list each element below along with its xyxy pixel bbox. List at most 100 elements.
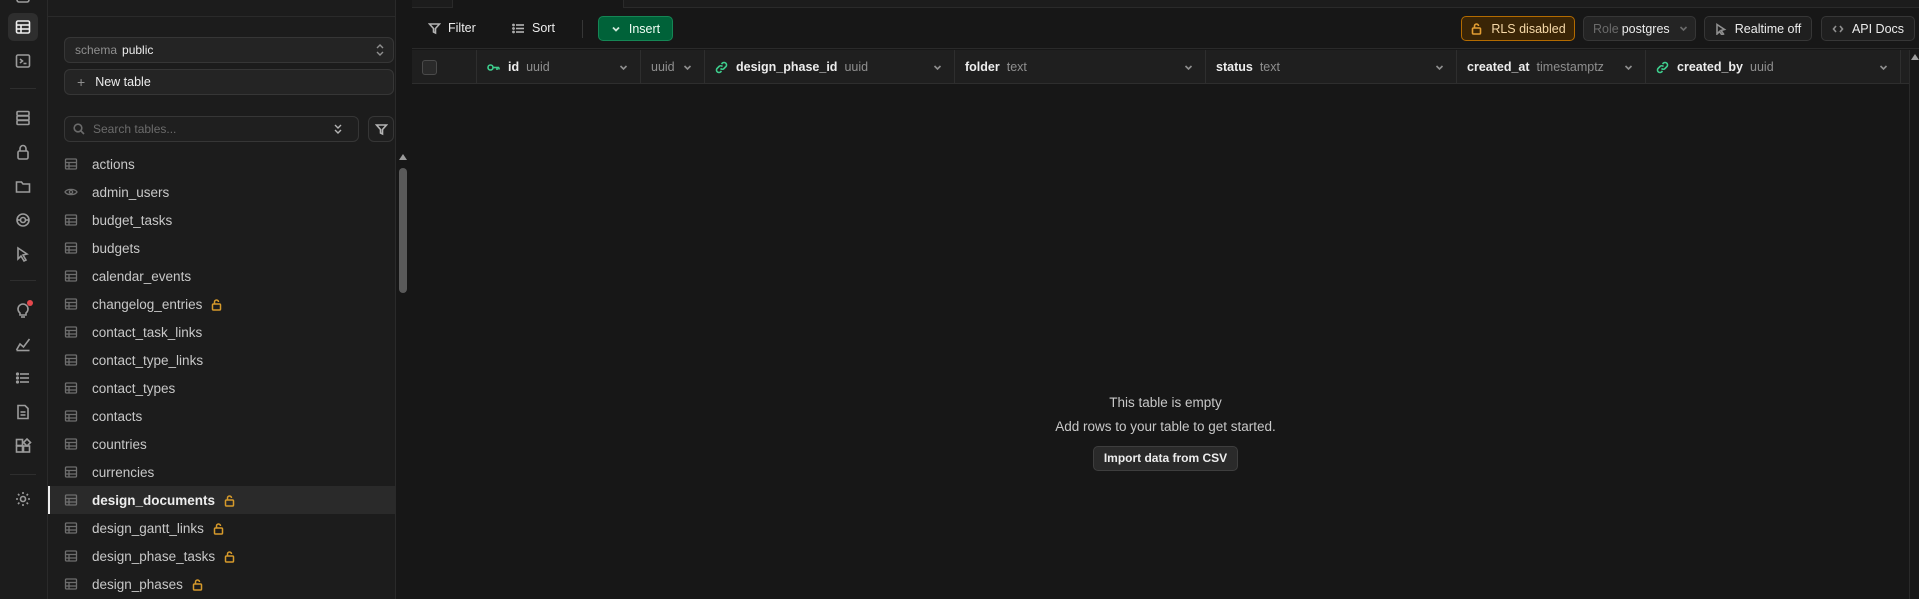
settings-icon[interactable]: [8, 485, 38, 513]
table-name: contacts: [92, 408, 143, 424]
chevron-down-icon[interactable]: [1624, 63, 1633, 72]
table-list: actions admin_users budget_tasksbudgets cal…: [48, 150, 396, 598]
table-icon: [64, 353, 78, 367]
table-list-item[interactable]: contacts: [48, 402, 396, 430]
link-icon: [1656, 61, 1669, 74]
table-list-item[interactable]: contact_type_links: [48, 346, 396, 374]
lock-open-icon: [212, 522, 225, 535]
column-header[interactable]: created_at timestamptz: [1457, 50, 1646, 84]
search-tables-input[interactable]: Search tables...: [64, 116, 359, 142]
column-name: created_at: [1467, 60, 1530, 74]
realtime-label: Realtime off: [1734, 21, 1802, 36]
realtime-icon[interactable]: [8, 240, 38, 268]
table-list-item[interactable]: budgets: [48, 234, 396, 262]
insert-label: Insert: [628, 21, 661, 36]
advisors-icon[interactable]: [8, 296, 38, 324]
table-list-item[interactable]: calendar_events: [48, 262, 396, 290]
table-name: changelog_entries: [92, 296, 203, 312]
logs-icon[interactable]: [8, 364, 38, 392]
chevron-down-icon[interactable]: [1435, 63, 1444, 72]
table-icon: [64, 409, 78, 423]
column-header[interactable]: folder text: [955, 50, 1206, 84]
sidebar-scrollbar[interactable]: [398, 150, 408, 599]
sort-icon: [512, 23, 524, 33]
database-icon[interactable]: [8, 104, 38, 132]
table-list-item[interactable]: contact_types: [48, 374, 396, 402]
column-header[interactable]: status text: [1206, 50, 1457, 84]
schema-label: schema: [75, 43, 118, 57]
table-list-item[interactable]: currencies: [48, 458, 396, 486]
import-csv-button[interactable]: Import data from CSV: [1092, 446, 1239, 471]
schema-value: public: [122, 43, 154, 57]
chevron-down-icon[interactable]: [619, 63, 628, 72]
api-docs-icon[interactable]: [8, 398, 38, 426]
column-header[interactable]: design_phase_id uuid: [705, 50, 955, 84]
table-name: contact_type_links: [92, 352, 204, 368]
table-name: actions: [92, 156, 135, 172]
reports-icon[interactable]: [8, 330, 38, 358]
sql-editor-icon[interactable]: [8, 47, 38, 75]
new-table-label: New table: [95, 75, 151, 89]
collapse-icon[interactable]: [332, 122, 344, 136]
chevron-down-icon[interactable]: [1184, 63, 1193, 72]
table-list-item[interactable]: admin_users: [48, 178, 396, 206]
table-list-item[interactable]: design_phase_tasks: [48, 542, 396, 570]
api-docs-button[interactable]: API Docs: [1821, 16, 1915, 41]
empty-state: This table is empty Add rows to your tab…: [412, 395, 1919, 471]
nav-rail: [0, 0, 48, 599]
table-editor-icon[interactable]: [8, 13, 38, 41]
project-home-icon[interactable]: [8, 0, 38, 10]
table-icon: [64, 297, 78, 311]
table-list-item[interactable]: contact_task_links: [48, 318, 396, 346]
table-list-item[interactable]: design_documents: [48, 486, 396, 514]
role-select[interactable]: Role postgres: [1583, 16, 1696, 41]
column-header[interactable]: id uuid: [477, 50, 641, 84]
table-list-item[interactable]: design_gantt_links: [48, 514, 396, 542]
table-list-item[interactable]: design_phases: [48, 570, 396, 598]
table-name: design_gantt_links: [92, 520, 204, 536]
table-icon: [64, 269, 78, 283]
scroll-up-icon[interactable]: [1911, 54, 1919, 60]
schema-select[interactable]: schema public: [64, 37, 394, 63]
rls-disabled-button[interactable]: RLS disabled: [1461, 16, 1575, 41]
table-icon: [64, 381, 78, 395]
new-table-button[interactable]: + New table: [64, 69, 394, 95]
chevron-down-icon[interactable]: [683, 63, 692, 72]
column-type: uuid: [651, 60, 675, 74]
chevron-down-icon[interactable]: [1879, 63, 1888, 72]
column-name: status: [1216, 60, 1253, 74]
table-list-item[interactable]: changelog_entries: [48, 290, 396, 318]
table-icon: [64, 213, 78, 227]
filter-button[interactable]: Filter: [422, 16, 482, 40]
auth-icon[interactable]: [8, 138, 38, 166]
table-name: contact_task_links: [92, 324, 203, 340]
table-icon: [64, 493, 78, 507]
edge-functions-icon[interactable]: [8, 206, 38, 234]
tab-design-documents[interactable]: [452, 0, 624, 8]
scroll-up-icon[interactable]: [399, 154, 407, 160]
tab-strip: [412, 0, 1919, 8]
select-all-checkbox[interactable]: [422, 59, 437, 75]
filter-tables-button[interactable]: [368, 116, 394, 142]
column-header[interactable]: uuid: [641, 50, 705, 84]
table-list-item[interactable]: budget_tasks: [48, 206, 396, 234]
integrations-icon[interactable]: [8, 432, 38, 460]
grid-toolbar: Filter Sort Insert RLS disabled Role pos…: [412, 9, 1919, 49]
table-list-item[interactable]: countries: [48, 430, 396, 458]
scroll-thumb[interactable]: [399, 168, 407, 293]
role-label: Role: [1593, 21, 1619, 36]
grid-scrollbar[interactable]: [1909, 50, 1919, 599]
lock-open-icon: [223, 550, 236, 563]
column-header[interactable]: created_by uuid: [1646, 50, 1901, 84]
chevron-updown-icon: [376, 44, 384, 56]
table-list-item[interactable]: actions: [48, 150, 396, 178]
realtime-toggle-button[interactable]: Realtime off: [1704, 16, 1812, 41]
sort-button[interactable]: Sort: [506, 16, 561, 40]
table-name: budget_tasks: [92, 212, 173, 228]
insert-button[interactable]: Insert: [598, 16, 673, 41]
column-type: uuid: [526, 60, 550, 74]
table-name: calendar_events: [92, 268, 192, 284]
storage-icon[interactable]: [8, 172, 38, 200]
rail-divider: [10, 280, 36, 281]
chevron-down-icon[interactable]: [933, 63, 942, 72]
